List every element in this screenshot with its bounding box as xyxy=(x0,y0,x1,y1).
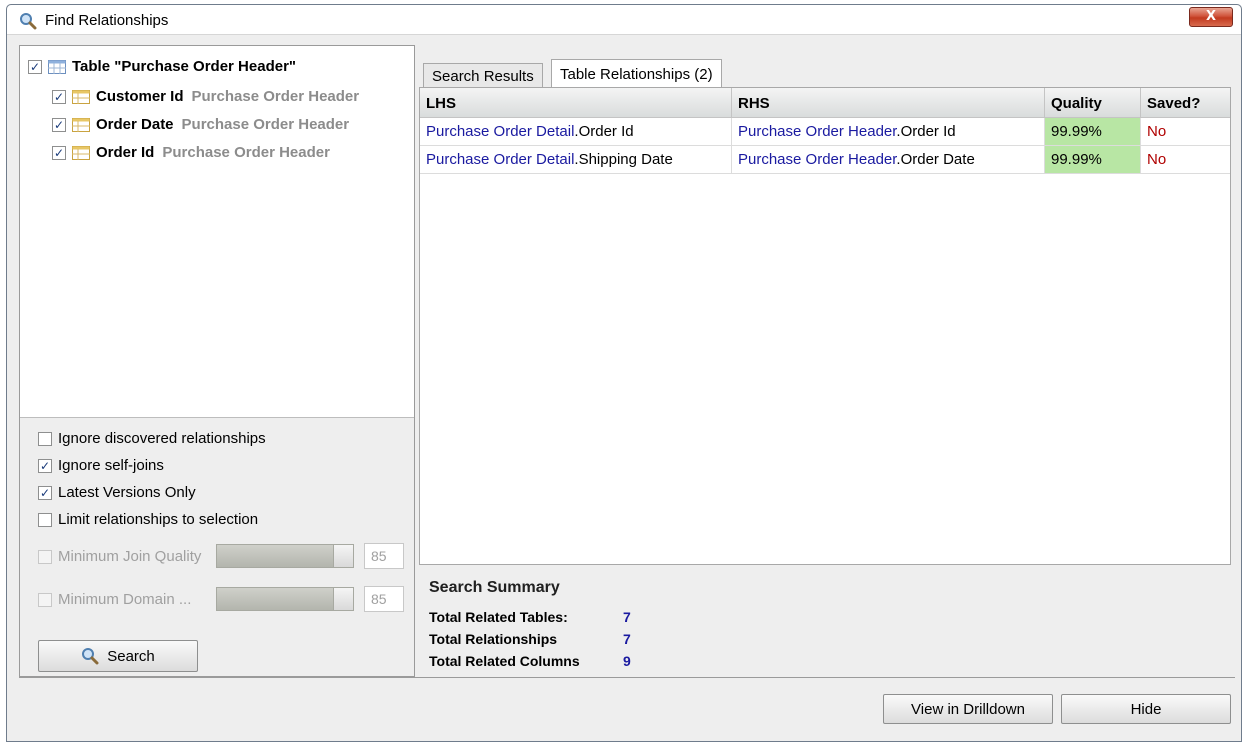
saved-cell: No xyxy=(1141,118,1230,146)
hide-button[interactable]: Hide xyxy=(1061,694,1231,724)
lhs-column: .Shipping Date xyxy=(574,151,673,168)
tree-item-checkbox[interactable]: ✓ xyxy=(52,145,66,160)
min-domain-slider[interactable] xyxy=(216,587,354,611)
option-label: Ignore self-joins xyxy=(58,457,164,474)
min-domain-value[interactable]: 85 xyxy=(364,586,404,612)
column-header-quality[interactable]: Quality xyxy=(1045,88,1141,118)
summary-value: 7 xyxy=(623,631,631,647)
option-ignore-discovered[interactable]: Ignore discovered relationships xyxy=(38,430,266,447)
rhs-table-link[interactable]: Purchase Order Header xyxy=(738,151,896,168)
close-button[interactable]: X xyxy=(1189,7,1233,27)
column-header-saved[interactable]: Saved? xyxy=(1141,88,1230,118)
lhs-table-link[interactable]: Purchase Order Detail xyxy=(426,151,574,168)
column-header-rhs[interactable]: RHS xyxy=(732,88,1045,118)
tab-table-relationships[interactable]: Table Relationships (2) xyxy=(551,59,722,87)
right-panel: Search Results Table Relationships (2) L… xyxy=(415,45,1235,677)
column-table: Purchase Order Header xyxy=(191,88,360,105)
option-label: Minimum Join Quality xyxy=(58,548,202,565)
column-name: Order Id xyxy=(96,144,155,161)
left-panel: ✓ Table "Purchase Order Header" ✓ Custom… xyxy=(19,45,415,677)
summary-label: Total Related Tables: xyxy=(429,609,568,625)
option-label: Limit relationships to selection xyxy=(58,511,259,528)
selection-tree: ✓ Table "Purchase Order Header" ✓ Custom… xyxy=(20,46,414,418)
button-bar: View in Drilldown Hide xyxy=(19,677,1235,737)
view-in-drilldown-button[interactable]: View in Drilldown xyxy=(883,694,1053,724)
lhs-table-link[interactable]: Purchase Order Detail xyxy=(426,123,574,140)
tree-item[interactable]: ✓ Order Id Purchase Order Header xyxy=(52,144,330,161)
column-header-lhs[interactable]: LHS xyxy=(420,88,732,118)
tree-item[interactable]: ✓ Customer Id Purchase Order Header xyxy=(52,88,359,105)
tree-root-label: Table "Purchase Order Header" xyxy=(72,58,297,75)
option-limit-selection[interactable]: Limit relationships to selection xyxy=(38,511,258,528)
column-icon xyxy=(72,89,90,104)
tree-root-checkbox[interactable]: ✓ xyxy=(28,59,42,74)
window-title: Find Relationships xyxy=(45,12,169,29)
ignore-self-joins-checkbox[interactable]: ✓ xyxy=(38,458,52,473)
option-ignore-self-joins[interactable]: ✓ Ignore self-joins xyxy=(38,457,164,474)
option-label: Ignore discovered relationships xyxy=(58,430,266,447)
rhs-column: .Order Date xyxy=(896,151,975,168)
tree-root[interactable]: ✓ Table "Purchase Order Header" xyxy=(28,58,296,75)
relationships-table: LHS RHS Quality Saved? Purchase Order De… xyxy=(419,87,1231,565)
rhs-column: .Order Id xyxy=(896,123,956,140)
summary-value: 7 xyxy=(623,609,631,625)
latest-versions-checkbox[interactable]: ✓ xyxy=(38,485,52,500)
magnifier-icon xyxy=(20,13,37,30)
search-button[interactable]: Search xyxy=(38,640,198,672)
title-bar: Find Relationships X xyxy=(7,5,1241,35)
option-label: Minimum Domain ... xyxy=(58,591,192,608)
summary-label: Total Related Columns xyxy=(429,653,580,669)
tab-search-results[interactable]: Search Results xyxy=(423,63,543,87)
min-domain-checkbox[interactable] xyxy=(38,592,52,607)
min-join-quality-checkbox[interactable] xyxy=(38,549,52,564)
slider-handle[interactable] xyxy=(333,588,353,610)
table-row-rhs[interactable]: Purchase Order Header.Order Date xyxy=(732,146,1045,174)
min-join-quality-value[interactable]: 85 xyxy=(364,543,404,569)
slider-handle[interactable] xyxy=(333,545,353,567)
rhs-table-link[interactable]: Purchase Order Header xyxy=(738,123,896,140)
table-row-rhs[interactable]: Purchase Order Header.Order Id xyxy=(732,118,1045,146)
min-domain-option[interactable]: Minimum Domain ... xyxy=(38,591,191,608)
ignore-discovered-checkbox[interactable] xyxy=(38,431,52,446)
search-button-label: Search xyxy=(107,647,155,665)
column-icon xyxy=(72,117,90,132)
column-table: Purchase Order Header xyxy=(162,144,330,161)
tree-item[interactable]: ✓ Order Date Purchase Order Header xyxy=(52,116,349,133)
summary-title: Search Summary xyxy=(429,579,560,596)
magnifier-icon xyxy=(82,648,99,665)
min-join-quality-option[interactable]: Minimum Join Quality xyxy=(38,548,201,565)
quality-cell: 99.99% xyxy=(1045,146,1141,174)
table-icon xyxy=(48,59,66,74)
tree-item-checkbox[interactable]: ✓ xyxy=(52,89,66,104)
table-row-lhs[interactable]: Purchase Order Detail.Shipping Date xyxy=(420,146,732,174)
column-name: Customer Id xyxy=(96,88,184,105)
option-latest-versions[interactable]: ✓ Latest Versions Only xyxy=(38,484,196,501)
summary-label: Total Relationships xyxy=(429,631,558,647)
option-label: Latest Versions Only xyxy=(58,484,196,501)
find-relationships-dialog: Find Relationships X ✓ Table "Purchase O… xyxy=(6,4,1242,742)
summary-value: 9 xyxy=(623,653,631,669)
tree-item-checkbox[interactable]: ✓ xyxy=(52,117,66,132)
column-table: Purchase Order Header xyxy=(181,116,350,133)
column-name: Order Date xyxy=(96,116,174,133)
quality-cell: 99.99% xyxy=(1045,118,1141,146)
lhs-column: .Order Id xyxy=(574,123,634,140)
saved-cell: No xyxy=(1141,146,1230,174)
search-summary: Search Summary Total Related Tables: 7 T… xyxy=(419,567,1231,677)
limit-selection-checkbox[interactable] xyxy=(38,512,52,527)
column-icon xyxy=(72,145,90,160)
min-join-quality-slider[interactable] xyxy=(216,544,354,568)
table-row-lhs[interactable]: Purchase Order Detail.Order Id xyxy=(420,118,732,146)
